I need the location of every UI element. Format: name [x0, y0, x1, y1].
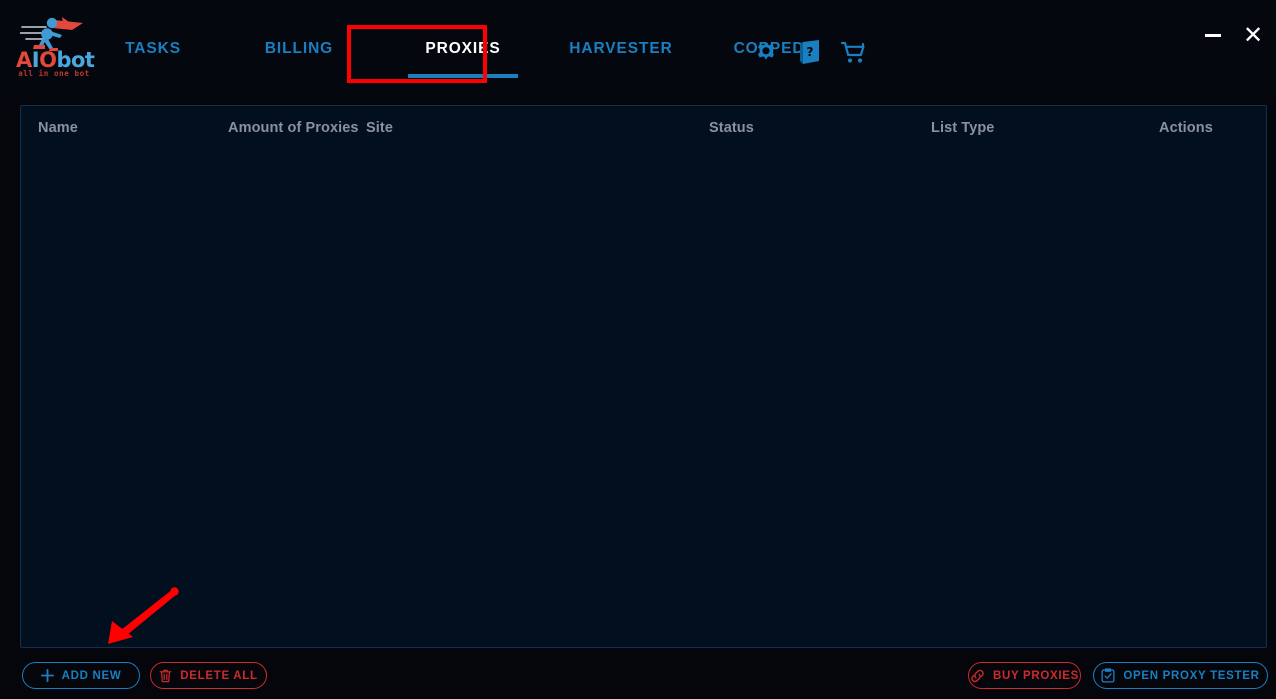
column-header-actions[interactable]: Actions: [1159, 120, 1213, 136]
add-new-label: ADD NEW: [61, 669, 122, 682]
tab-harvester[interactable]: HARVESTER: [552, 0, 690, 98]
shopping-cart-icon[interactable]: [840, 38, 868, 68]
delete-all-button[interactable]: DELETE ALL: [150, 662, 267, 689]
minimize-icon[interactable]: [1200, 22, 1226, 48]
buy-proxies-button[interactable]: BUY PROXIES: [968, 662, 1081, 689]
column-header-status[interactable]: Status: [709, 120, 754, 136]
tab-harvester-label: HARVESTER: [569, 40, 673, 57]
clipboard-check-icon: [1101, 668, 1115, 683]
proxies-panel: Name Amount of Proxies Site Status List …: [20, 105, 1267, 648]
proxies-table-body[interactable]: [21, 156, 1266, 647]
tab-tasks[interactable]: TASKS: [110, 0, 196, 98]
column-header-list-type[interactable]: List Type: [931, 120, 994, 136]
tab-billing[interactable]: BILLING: [240, 0, 358, 98]
tab-proxies[interactable]: PROXIES: [394, 0, 532, 98]
tab-billing-label: BILLING: [264, 40, 334, 57]
proxies-table-header: Name Amount of Proxies Site Status List …: [21, 106, 1266, 156]
column-header-amount[interactable]: Amount of Proxies: [228, 120, 359, 136]
logo-wordmark: AIObot: [16, 50, 95, 71]
gear-icon[interactable]: [752, 38, 780, 68]
app-logo[interactable]: AIObot all in one bot: [16, 14, 95, 80]
trash-icon: [159, 669, 172, 682]
footer-bar: ADD NEW DELETE ALL BUY PROXIES OPEN PROX…: [0, 656, 1276, 699]
tab-proxies-label: PROXIES: [425, 40, 501, 57]
tab-tasks-label: TASKS: [125, 40, 181, 57]
book-question-icon[interactable]: ?: [796, 38, 824, 68]
column-header-site[interactable]: Site: [366, 120, 393, 136]
app-window: AIObot all in one bot TASKS BILLING PROX…: [0, 0, 1276, 699]
tab-active-underline: [408, 74, 518, 78]
link-icon: [971, 669, 984, 682]
column-header-name[interactable]: Name: [38, 120, 78, 136]
buy-proxies-label: BUY PROXIES: [992, 669, 1080, 682]
close-icon[interactable]: ✕: [1240, 22, 1266, 48]
plus-icon: [40, 669, 54, 682]
top-bar: AIObot all in one bot TASKS BILLING PROX…: [0, 0, 1276, 98]
close-glyph: ✕: [1242, 21, 1264, 49]
minimize-glyph: [1205, 33, 1221, 37]
svg-text:?: ?: [807, 45, 814, 59]
open-proxy-tester-button[interactable]: OPEN PROXY TESTER: [1093, 662, 1268, 689]
open-proxy-tester-label: OPEN PROXY TESTER: [1123, 669, 1260, 682]
header-icon-group: ?: [752, 38, 868, 68]
add-new-button[interactable]: ADD NEW: [22, 662, 140, 689]
delete-all-label: DELETE ALL: [180, 669, 258, 682]
logo-tagline: all in one bot: [18, 69, 90, 78]
window-controls: ✕: [1200, 22, 1266, 48]
main-navigation: TASKS BILLING PROXIES HARVESTER COPPED: [110, 0, 822, 98]
